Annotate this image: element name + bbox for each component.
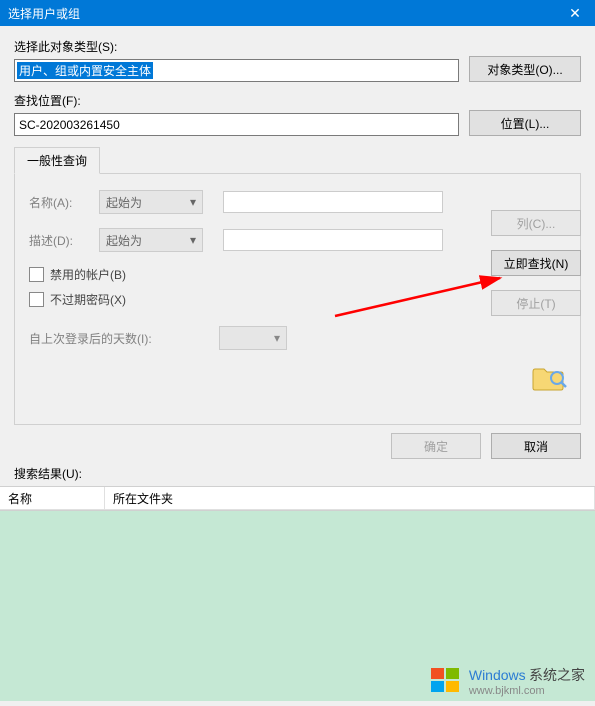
window-title: 选择用户或组 xyxy=(8,5,555,22)
desc-mode-combo[interactable]: 起始为 ▾ xyxy=(99,228,203,252)
watermark-url: www.bjkml.com xyxy=(469,685,585,697)
close-button[interactable]: ✕ xyxy=(555,0,595,26)
search-now-button[interactable]: 立即查找(N) xyxy=(491,250,581,276)
object-types-button[interactable]: 对象类型(O)... xyxy=(469,56,581,82)
name-mode-value: 起始为 xyxy=(106,194,142,211)
name-label: 名称(A): xyxy=(29,194,99,211)
search-folder-icon xyxy=(531,364,567,395)
watermark: Windows 系统之家 www.bjkml.com xyxy=(429,664,585,698)
name-mode-combo[interactable]: 起始为 ▾ xyxy=(99,190,203,214)
desc-input[interactable] xyxy=(223,229,443,251)
disabled-accounts-label: 禁用的帐户(B) xyxy=(50,266,126,283)
results-col-folder[interactable]: 所在文件夹 xyxy=(105,487,595,509)
location-label: 查找位置(F): xyxy=(14,92,459,109)
chevron-down-icon: ▾ xyxy=(190,233,196,247)
days-since-login-label: 自上次登录后的天数(I): xyxy=(29,330,189,347)
windows-logo-icon xyxy=(429,664,463,698)
object-type-input[interactable] xyxy=(14,59,459,82)
chevron-down-icon: ▾ xyxy=(274,331,280,345)
watermark-brand: Windows xyxy=(469,667,526,683)
close-icon: ✕ xyxy=(569,5,581,22)
name-input[interactable] xyxy=(223,191,443,213)
cancel-button[interactable]: 取消 xyxy=(491,433,581,459)
results-label: 搜索结果(U): xyxy=(0,459,595,486)
locations-button[interactable]: 位置(L)... xyxy=(469,110,581,136)
columns-button[interactable]: 列(C)... xyxy=(491,210,581,236)
chevron-down-icon: ▾ xyxy=(190,195,196,209)
desc-label: 描述(D): xyxy=(29,232,99,249)
non-expiring-pwd-label: 不过期密码(X) xyxy=(50,291,126,308)
watermark-site: 系统之家 xyxy=(529,667,585,683)
days-combo[interactable]: ▾ xyxy=(219,326,287,350)
tab-common-queries[interactable]: 一般性查询 xyxy=(14,147,100,174)
stop-button[interactable]: 停止(T) xyxy=(491,290,581,316)
results-col-name[interactable]: 名称 xyxy=(0,487,105,509)
disabled-accounts-checkbox[interactable] xyxy=(29,267,44,282)
object-type-label: 选择此对象类型(S): xyxy=(14,38,459,55)
ok-button[interactable]: 确定 xyxy=(391,433,481,459)
results-header: 名称 所在文件夹 xyxy=(0,486,595,510)
location-input[interactable] xyxy=(14,113,459,136)
non-expiring-pwd-checkbox[interactable] xyxy=(29,292,44,307)
desc-mode-value: 起始为 xyxy=(106,232,142,249)
